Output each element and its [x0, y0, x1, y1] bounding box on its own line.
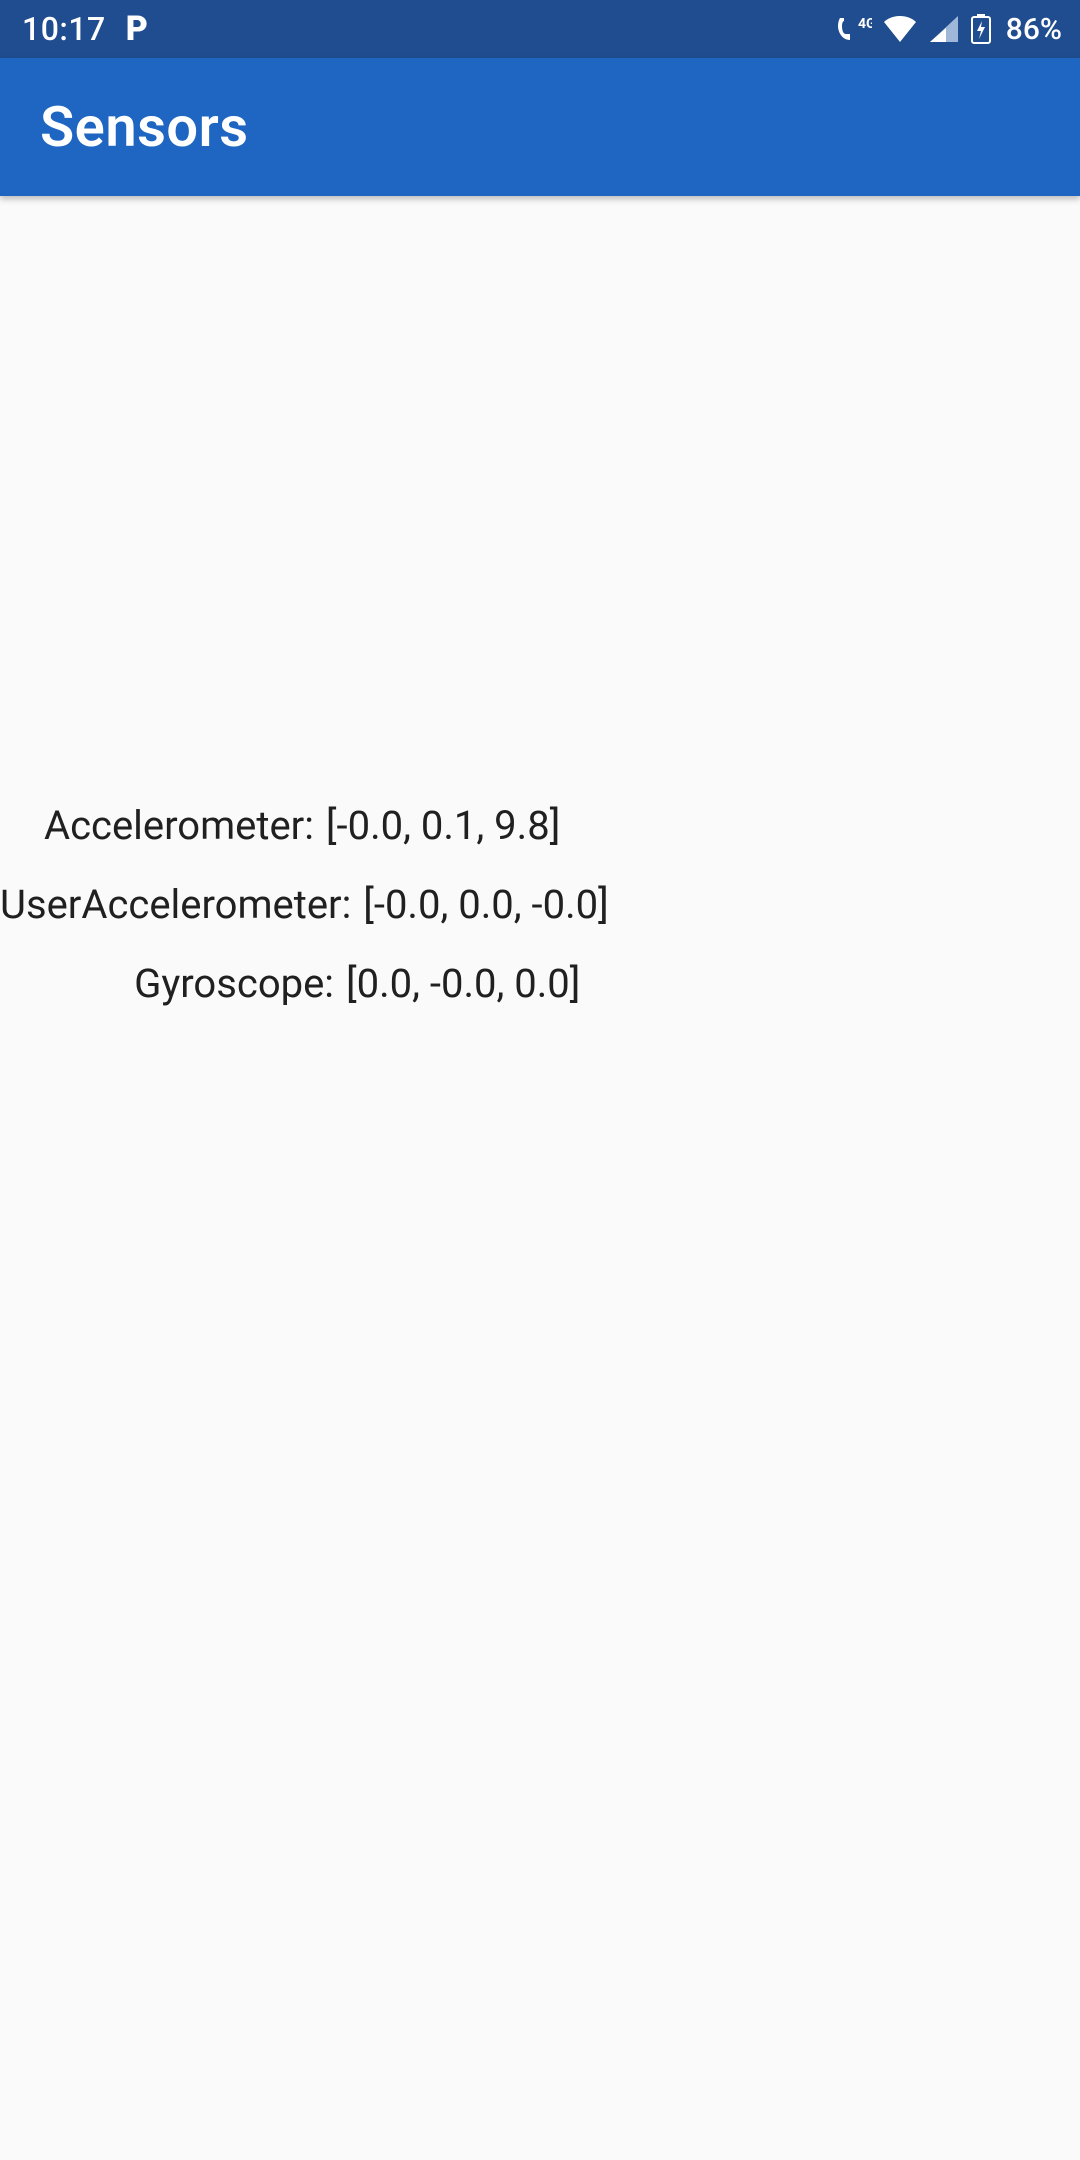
svg-text:4G: 4G: [858, 16, 872, 32]
user-accelerometer-label: UserAccelerometer:: [0, 881, 351, 928]
accelerometer-label: Accelerometer:: [44, 802, 314, 849]
user-accelerometer-row: UserAccelerometer: [-0.0, 0.0, -0.0]: [0, 865, 1080, 944]
gyroscope-value: [0.0, -0.0, 0.0]: [346, 960, 580, 1007]
pandora-icon: P: [126, 12, 148, 46]
gyroscope-row: Gyroscope: [0.0, -0.0, 0.0]: [54, 944, 1080, 1023]
gyroscope-label: Gyroscope:: [74, 960, 334, 1007]
user-accelerometer-value: [-0.0, 0.0, -0.0]: [363, 881, 608, 928]
status-left: 10:17 P: [22, 10, 148, 48]
content-area: Accelerometer: [-0.0, 0.1, 9.8] UserAcce…: [0, 196, 1080, 1023]
signal-icon: [928, 14, 960, 44]
status-time: 10:17: [22, 10, 106, 48]
battery-percent: 86%: [1006, 12, 1062, 47]
status-bar: 10:17 P 4G 86%: [0, 0, 1080, 58]
wifi-icon: [882, 14, 918, 44]
battery-charging-icon: [970, 13, 992, 45]
app-title: Sensors: [40, 94, 249, 160]
accelerometer-row: Accelerometer: [-0.0, 0.1, 9.8]: [24, 786, 1080, 865]
phone-4g-icon: 4G: [836, 14, 872, 44]
accelerometer-value: [-0.0, 0.1, 9.8]: [326, 802, 560, 849]
app-bar: Sensors: [0, 58, 1080, 196]
status-right: 4G 86%: [836, 12, 1062, 47]
